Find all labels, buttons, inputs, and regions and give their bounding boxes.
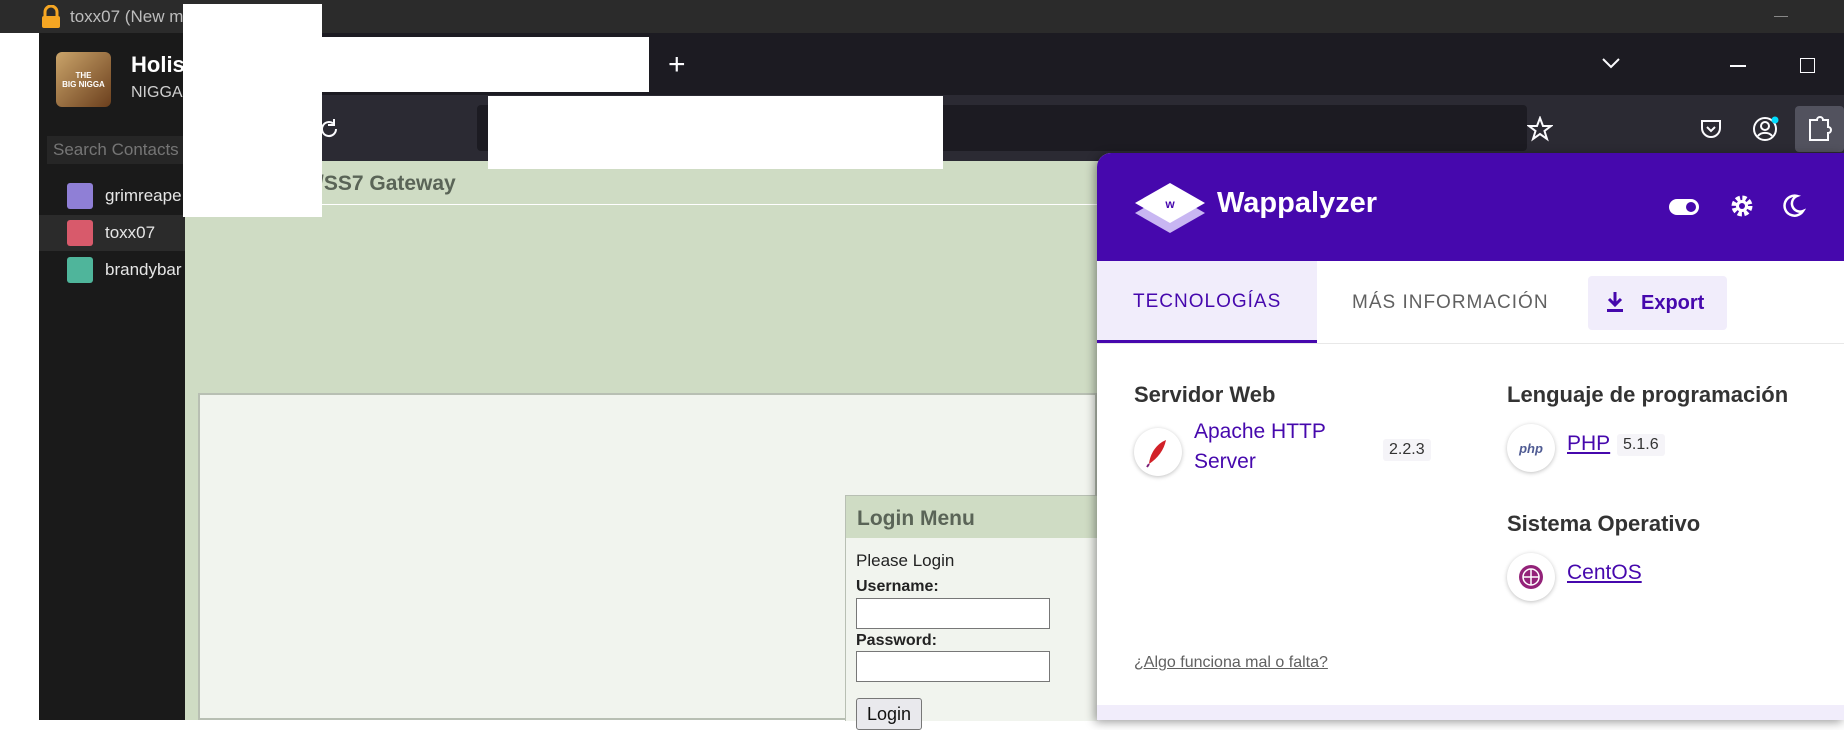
minimize-icon[interactable] xyxy=(1774,16,1788,17)
contact-avatar xyxy=(67,220,93,246)
username-label: Username: xyxy=(856,578,939,595)
tab-more-info[interactable]: MÁS INFORMACIÓN xyxy=(1317,261,1577,343)
centos-icon xyxy=(1507,553,1555,601)
php-icon: php xyxy=(1507,424,1555,472)
contact-item[interactable]: brandybar xyxy=(39,252,185,288)
wappalyzer-header: w Wappalyzer xyxy=(1097,153,1844,261)
search-contacts-input[interactable] xyxy=(47,136,195,164)
maximize-icon[interactable] xyxy=(1800,58,1815,73)
feedback-link[interactable]: ¿Algo funciona mal o falta? xyxy=(1134,654,1328,672)
category-web-server: Servidor Web xyxy=(1134,382,1276,407)
extensions-button[interactable] xyxy=(1795,106,1844,152)
login-button[interactable]: Login xyxy=(856,698,922,730)
list-all-tabs-icon[interactable] xyxy=(1600,56,1622,70)
toggle-switch[interactable] xyxy=(1669,199,1699,215)
redacted-area xyxy=(183,4,322,217)
password-label: Password: xyxy=(856,632,937,649)
new-tab-button[interactable]: + xyxy=(668,48,686,82)
contact-avatar xyxy=(67,183,93,209)
please-login-text: Please Login xyxy=(856,551,955,570)
dark-mode-moon-icon[interactable] xyxy=(1780,193,1807,219)
tech-centos-link[interactable]: CentOS xyxy=(1567,561,1642,585)
contact-item[interactable]: grimreape xyxy=(39,178,185,214)
wappalyzer-popup: w Wappalyzer TECNOLOGÍAS MÁS INFORMACIÓN… xyxy=(1097,153,1844,720)
download-icon xyxy=(1604,290,1626,314)
chat-window-title: toxx07 (New m xyxy=(70,7,184,26)
password-input[interactable] xyxy=(856,651,1050,682)
pocket-icon[interactable] xyxy=(1699,117,1723,141)
category-operating-system: Sistema Operativo xyxy=(1507,511,1701,536)
tech-php-link[interactable]: PHP xyxy=(1567,432,1610,456)
wappalyzer-brand: Wappalyzer xyxy=(1217,187,1378,219)
username-input[interactable] xyxy=(856,598,1050,629)
bookmark-star-icon[interactable] xyxy=(1526,115,1554,142)
page-header-title: /SS7 Gateway xyxy=(318,172,456,195)
settings-gear-icon[interactable] xyxy=(1729,193,1755,219)
redacted-tab[interactable] xyxy=(322,37,649,92)
profile-status: NIGGA xyxy=(131,84,183,101)
contact-item[interactable]: toxx07 xyxy=(39,215,185,251)
version-badge: 2.2.3 xyxy=(1383,439,1431,461)
svg-text:w: w xyxy=(1164,197,1175,211)
tab-technologies[interactable]: TECNOLOGÍAS xyxy=(1097,261,1317,343)
wappalyzer-logo-icon: w xyxy=(1133,181,1207,241)
redacted-url xyxy=(488,96,943,169)
lock-icon xyxy=(40,4,62,29)
category-programming-language: Lenguaje de programación xyxy=(1507,382,1789,407)
tabs-divider xyxy=(1097,343,1844,344)
account-icon[interactable] xyxy=(1752,115,1780,143)
login-menu-title: Login Menu xyxy=(857,507,975,530)
export-button[interactable]: Export xyxy=(1588,276,1727,330)
apache-feather-icon xyxy=(1134,428,1182,476)
profile-avatar[interactable]: THE BIG NIGGA xyxy=(56,52,111,107)
tech-apache-link[interactable]: Apache HTTP Server xyxy=(1194,420,1374,474)
minimize-icon[interactable] xyxy=(1730,65,1746,67)
popup-footer xyxy=(1097,705,1844,720)
version-badge: 5.1.6 xyxy=(1617,434,1665,456)
contact-avatar xyxy=(67,257,93,283)
profile-name: Holis xyxy=(131,52,185,77)
